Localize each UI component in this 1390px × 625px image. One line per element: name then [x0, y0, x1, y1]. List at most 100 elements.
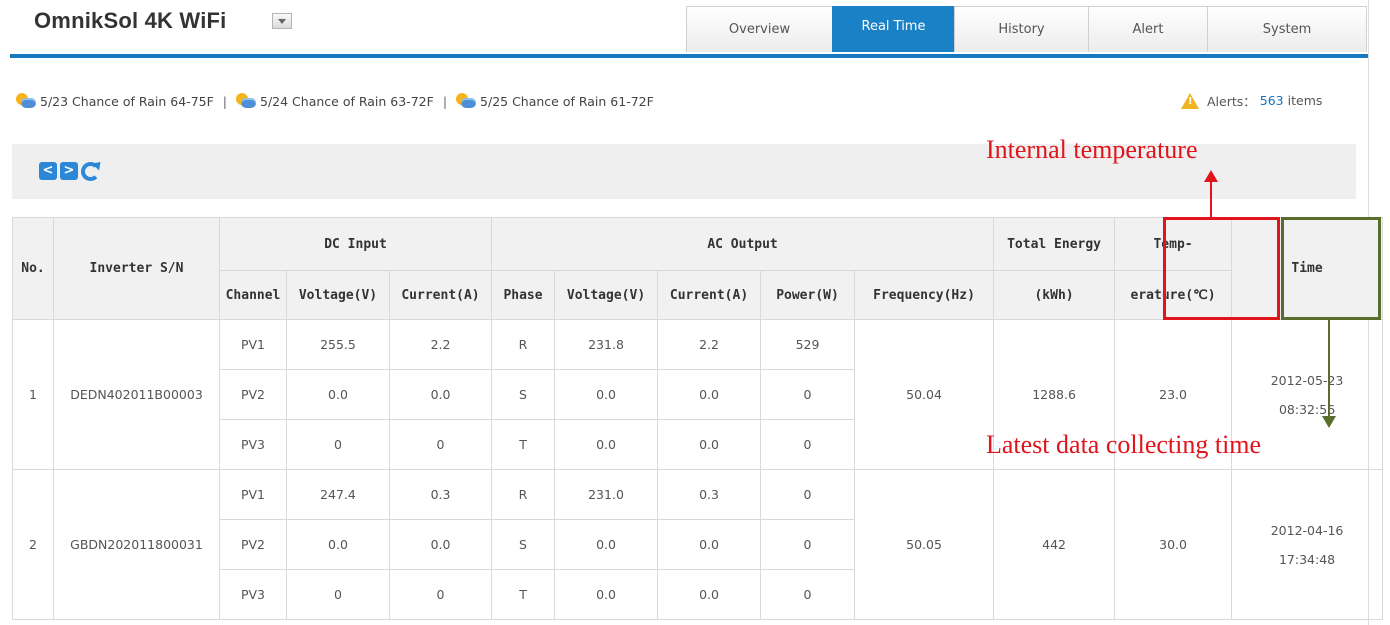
cell-dc-current: 0.0 — [388, 519, 493, 570]
refresh-icon[interactable] — [79, 160, 101, 182]
header-divider — [10, 54, 1368, 58]
main-tabs: Overview Real Time History Alert System — [686, 6, 1367, 52]
header-channel: Channel — [219, 270, 287, 320]
cell-ac-voltage: 0.0 — [554, 569, 659, 620]
cell-inverter-sn: GBDN202011800031 — [53, 469, 220, 620]
app-header: OmnikSol 4K WiFi Overview Real Time Hist… — [0, 0, 1368, 58]
header-no: No. — [12, 217, 54, 320]
tab-overview[interactable]: Overview — [686, 6, 833, 52]
partly-cloudy-icon — [456, 93, 477, 109]
weather-forecast: 5/23 Chance of Rain 64-75F | 5/24 Chance… — [16, 93, 654, 109]
partly-cloudy-icon — [16, 93, 36, 109]
table-row: 1 DEDN402011B00003 PV1 255.5 2.2 R 231.8… — [12, 319, 1384, 470]
cell-ac-voltage: 0.0 — [554, 419, 659, 470]
cell-phase: T — [491, 419, 556, 470]
header-total-energy: Total Energy — [993, 217, 1116, 271]
partly-cloudy-icon — [236, 93, 257, 109]
cell-ac-voltage: 231.0 — [554, 469, 659, 520]
cell-dc-voltage: 0 — [286, 569, 390, 620]
cell-ac-current: 0.3 — [657, 469, 762, 520]
cell-ac-voltage: 231.8 — [554, 319, 659, 370]
weather-separator: | — [442, 93, 448, 109]
cell-ac-voltage: 0.0 — [554, 519, 659, 570]
cell-no: 2 — [12, 469, 54, 620]
cell-date: 2012-04-16 — [1270, 522, 1344, 538]
cell-date: 2012-05-23 — [1270, 372, 1344, 388]
cell-dc-voltage: 0.0 — [286, 519, 390, 570]
tab-real-time[interactable]: Real Time — [832, 6, 955, 52]
device-dropdown-button[interactable] — [272, 13, 292, 29]
weather-text: 5/24 Chance of Rain 63-72F — [260, 93, 434, 109]
tab-history[interactable]: History — [954, 6, 1089, 52]
weather-text: 5/23 Chance of Rain 64-75F — [40, 93, 214, 109]
tab-system[interactable]: System — [1207, 6, 1367, 52]
weather-text: 5/25 Chance of Rain 61-72F — [480, 93, 654, 109]
cell-ac-current: 0.0 — [657, 569, 762, 620]
cell-power: 0 — [760, 469, 856, 520]
cell-dc-voltage: 255.5 — [286, 319, 390, 370]
header-dc-voltage: Voltage(V) — [286, 270, 390, 320]
cell-clock: 08:32:56 — [1278, 401, 1336, 417]
next-button[interactable]: > — [60, 162, 78, 180]
header-ac-current: Current(A) — [657, 270, 762, 320]
cell-power: 0 — [760, 569, 856, 620]
cell-ac-current: 0.0 — [657, 519, 762, 570]
cell-ac-current: 0.0 — [657, 369, 762, 420]
temperature-arrow — [1204, 170, 1218, 218]
cell-dc-voltage: 247.4 — [286, 469, 390, 520]
header-frequency: Frequency(Hz) — [854, 270, 995, 320]
cell-channel: PV2 — [219, 519, 287, 570]
alerts-suffix: items — [1287, 93, 1323, 108]
cell-channel: PV3 — [219, 569, 287, 620]
app-title: OmnikSol 4K WiFi — [34, 8, 227, 33]
cell-phase: T — [491, 569, 556, 620]
cell-inverter-sn: DEDN402011B00003 — [53, 319, 220, 470]
cell-dc-current: 0.3 — [388, 469, 493, 520]
weather-day: 5/24 Chance of Rain 63-72F — [236, 93, 434, 109]
internal-temperature-note: Internal temperature — [986, 135, 1198, 164]
cell-channel: PV1 — [219, 319, 287, 370]
cell-time: 2012-04-16 17:34:48 — [1231, 469, 1384, 620]
time-arrow — [1322, 320, 1336, 428]
cell-clock: 17:34:48 — [1278, 551, 1336, 567]
cell-phase: R — [491, 319, 556, 370]
header-power: Power(W) — [760, 270, 856, 320]
cell-power: 0 — [760, 419, 856, 470]
cell-dc-voltage: 0.0 — [286, 369, 390, 420]
tab-alert[interactable]: Alert — [1088, 6, 1208, 52]
cell-dc-current: 2.2 — [388, 319, 493, 370]
cell-frequency: 50.05 — [854, 469, 995, 620]
cell-ac-voltage: 0.0 — [554, 369, 659, 420]
alerts-summary: Alerts： 563 items — [1181, 91, 1322, 110]
latest-time-note: Latest data collecting time — [986, 430, 1262, 459]
alerts-label: Alerts： — [1207, 94, 1256, 109]
weather-separator: | — [222, 93, 228, 109]
cell-power: 0 — [760, 369, 856, 420]
weather-day: 5/23 Chance of Rain 64-75F — [16, 93, 214, 109]
cell-dc-voltage: 0 — [286, 419, 390, 470]
cell-no: 1 — [12, 319, 54, 470]
cell-dc-current: 0 — [388, 569, 493, 620]
cell-dc-current: 0 — [388, 419, 493, 470]
header-ac-voltage: Voltage(V) — [554, 270, 659, 320]
alerts-count-link[interactable]: 563 — [1260, 93, 1284, 108]
header-energy-unit: (kWh) — [993, 270, 1116, 320]
time-highlight-box — [1281, 217, 1381, 320]
temperature-highlight-box — [1163, 217, 1280, 320]
cell-phase: S — [491, 519, 556, 570]
cell-channel: PV1 — [219, 469, 287, 520]
cell-power: 529 — [760, 319, 856, 370]
header-inverter-sn: Inverter S/N — [53, 217, 220, 320]
cell-phase: R — [491, 469, 556, 520]
previous-button[interactable]: < — [39, 162, 57, 180]
header-ac-output: AC Output — [491, 217, 995, 271]
cell-dc-current: 0.0 — [388, 369, 493, 420]
cell-channel: PV3 — [219, 419, 287, 470]
cell-channel: PV2 — [219, 369, 287, 420]
weather-day: 5/25 Chance of Rain 61-72F — [456, 93, 654, 109]
cell-ac-current: 0.0 — [657, 419, 762, 470]
header-dc-current: Current(A) — [388, 270, 493, 320]
table-row: 2 GBDN202011800031 PV1 247.4 0.3 R 231.0… — [12, 469, 1384, 620]
cell-temperature: 30.0 — [1114, 469, 1233, 620]
cell-power: 0 — [760, 519, 856, 570]
